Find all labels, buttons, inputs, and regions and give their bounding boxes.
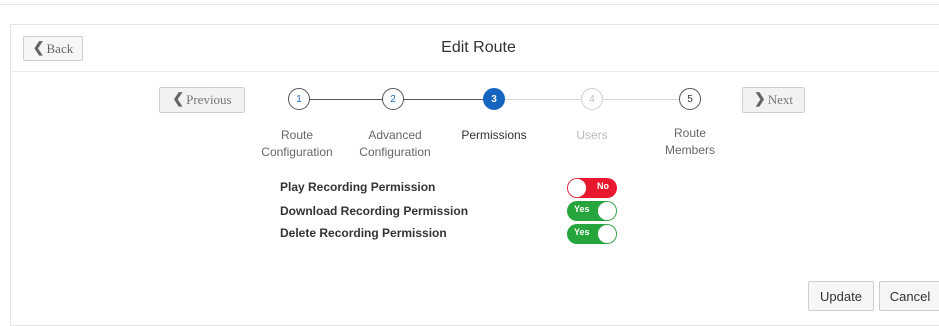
step-4-label-line-1: Users bbox=[576, 128, 608, 142]
step-3-circle[interactable]: 3 bbox=[483, 88, 505, 110]
toggle-knob bbox=[598, 202, 616, 220]
header-bar: ❮ Back Edit Route bbox=[11, 25, 939, 72]
download-recording-permission-label: Download Recording Permission bbox=[280, 204, 469, 218]
step-3-label-line-1: Permissions bbox=[461, 128, 527, 142]
step-5-circle[interactable]: 5 bbox=[679, 88, 701, 110]
step-4-label: Users bbox=[537, 127, 647, 144]
previous-button-label: Previous bbox=[186, 92, 232, 107]
previous-button[interactable]: ❮ Previous bbox=[159, 87, 245, 113]
play-recording-permission-toggle[interactable]: No bbox=[567, 178, 617, 198]
toggle-state-text: Yes bbox=[574, 204, 590, 214]
step-5-label: Route Members bbox=[635, 125, 745, 159]
step-5-label-line-1: Route bbox=[673, 126, 707, 140]
toggle-state-text: No bbox=[597, 181, 609, 191]
toggle-knob bbox=[598, 225, 616, 243]
play-recording-permission-label: Play Recording Permission bbox=[280, 180, 436, 194]
step-1-label: Route Configuration bbox=[242, 127, 352, 161]
step-connector-3-4 bbox=[505, 99, 581, 100]
toggle-knob bbox=[568, 179, 586, 197]
chevron-right-icon: ❯ bbox=[753, 92, 766, 107]
top-divider bbox=[0, 4, 939, 5]
edit-route-panel: ❮ Back Edit Route ❮ Previous ❯ Next 1 2 … bbox=[10, 24, 939, 326]
step-connector-2-3 bbox=[404, 99, 483, 100]
toggle-state-text: Yes bbox=[574, 227, 590, 237]
step-1-label-line-2: Configuration bbox=[261, 145, 333, 159]
next-button[interactable]: ❯ Next bbox=[742, 87, 805, 113]
step-1-circle[interactable]: 1 bbox=[288, 88, 310, 110]
step-connector-1-2 bbox=[310, 99, 382, 100]
next-button-label: Next bbox=[767, 92, 793, 107]
step-3-label: Permissions bbox=[439, 127, 549, 144]
delete-recording-permission-label: Delete Recording Permission bbox=[280, 226, 447, 240]
cancel-button[interactable]: Cancel bbox=[879, 281, 939, 311]
step-2-label-line-2: Configuration bbox=[359, 145, 431, 159]
step-5-label-line-2: Members bbox=[664, 143, 715, 157]
step-2-circle[interactable]: 2 bbox=[382, 88, 404, 110]
delete-recording-permission-toggle[interactable]: Yes bbox=[567, 224, 617, 244]
update-button[interactable]: Update bbox=[808, 281, 874, 311]
download-recording-permission-toggle[interactable]: Yes bbox=[567, 201, 617, 221]
page-title: Edit Route bbox=[441, 39, 516, 56]
step-connector-4-5 bbox=[603, 99, 679, 100]
chevron-left-icon: ❮ bbox=[172, 92, 185, 107]
step-1-label-line-1: Route bbox=[280, 128, 314, 142]
step-4-circle[interactable]: 4 bbox=[581, 88, 603, 110]
step-2-label-line-1: Advanced bbox=[368, 128, 422, 142]
step-2-label: Advanced Configuration bbox=[340, 127, 450, 161]
